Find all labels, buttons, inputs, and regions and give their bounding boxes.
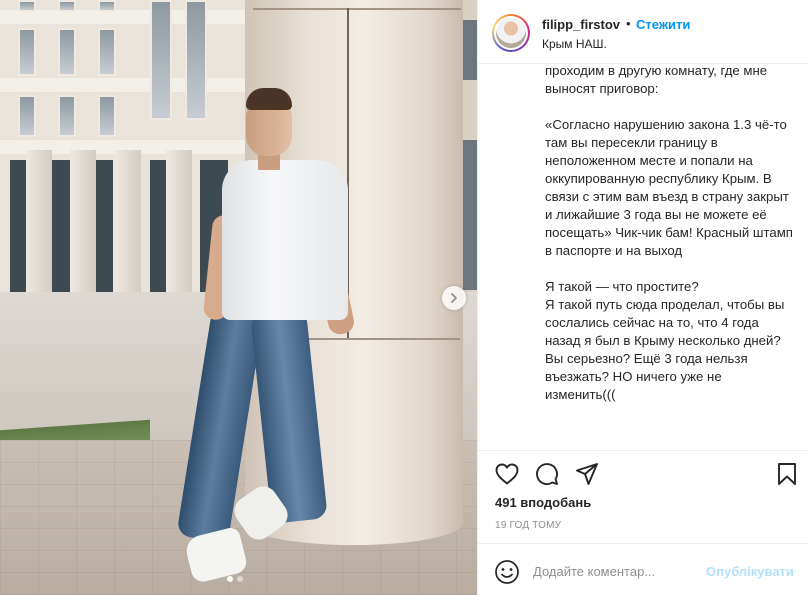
next-photo-button[interactable] xyxy=(442,286,466,310)
carousel-dots xyxy=(227,576,243,582)
carousel-dot-2 xyxy=(237,576,243,582)
paper-plane-icon xyxy=(576,463,598,485)
post-timestamp[interactable]: 19 ГОД ТОМУ xyxy=(495,520,561,531)
follow-button[interactable]: Стежити xyxy=(636,17,690,32)
header-separator: • xyxy=(626,16,631,31)
save-button[interactable] xyxy=(774,461,800,487)
comment-input[interactable] xyxy=(533,559,693,583)
post-header: filipp_firstov • Стежити Крым НАШ. xyxy=(478,0,808,64)
comment-icon xyxy=(536,463,558,486)
caption-text: проходим в другую комнату, где мне вынос… xyxy=(545,65,793,402)
location-link[interactable]: Крым НАШ. xyxy=(542,37,607,51)
comment-button[interactable] xyxy=(534,461,560,487)
carousel-dot-1 xyxy=(227,576,233,582)
person xyxy=(0,0,477,595)
share-button[interactable] xyxy=(574,461,600,487)
chevron-right-icon xyxy=(451,293,457,303)
bookmark-icon xyxy=(778,463,796,485)
caption-area[interactable]: проходим в другую комнату, где мне вынос… xyxy=(478,65,808,450)
likes-count[interactable]: 491 вподобань xyxy=(495,495,591,510)
username-link[interactable]: filipp_firstov xyxy=(542,17,620,32)
emoji-button[interactable] xyxy=(494,559,520,585)
post-photo[interactable] xyxy=(0,0,477,595)
like-button[interactable] xyxy=(494,461,520,487)
comment-bar: Опублікувати xyxy=(478,543,808,595)
publish-button[interactable]: Опублікувати xyxy=(706,564,794,579)
avatar[interactable] xyxy=(492,14,530,52)
smiley-icon xyxy=(495,560,519,584)
heart-icon xyxy=(495,463,519,485)
action-bar xyxy=(478,450,808,495)
post-side-panel: filipp_firstov • Стежити Крым НАШ. прохо… xyxy=(477,0,808,595)
